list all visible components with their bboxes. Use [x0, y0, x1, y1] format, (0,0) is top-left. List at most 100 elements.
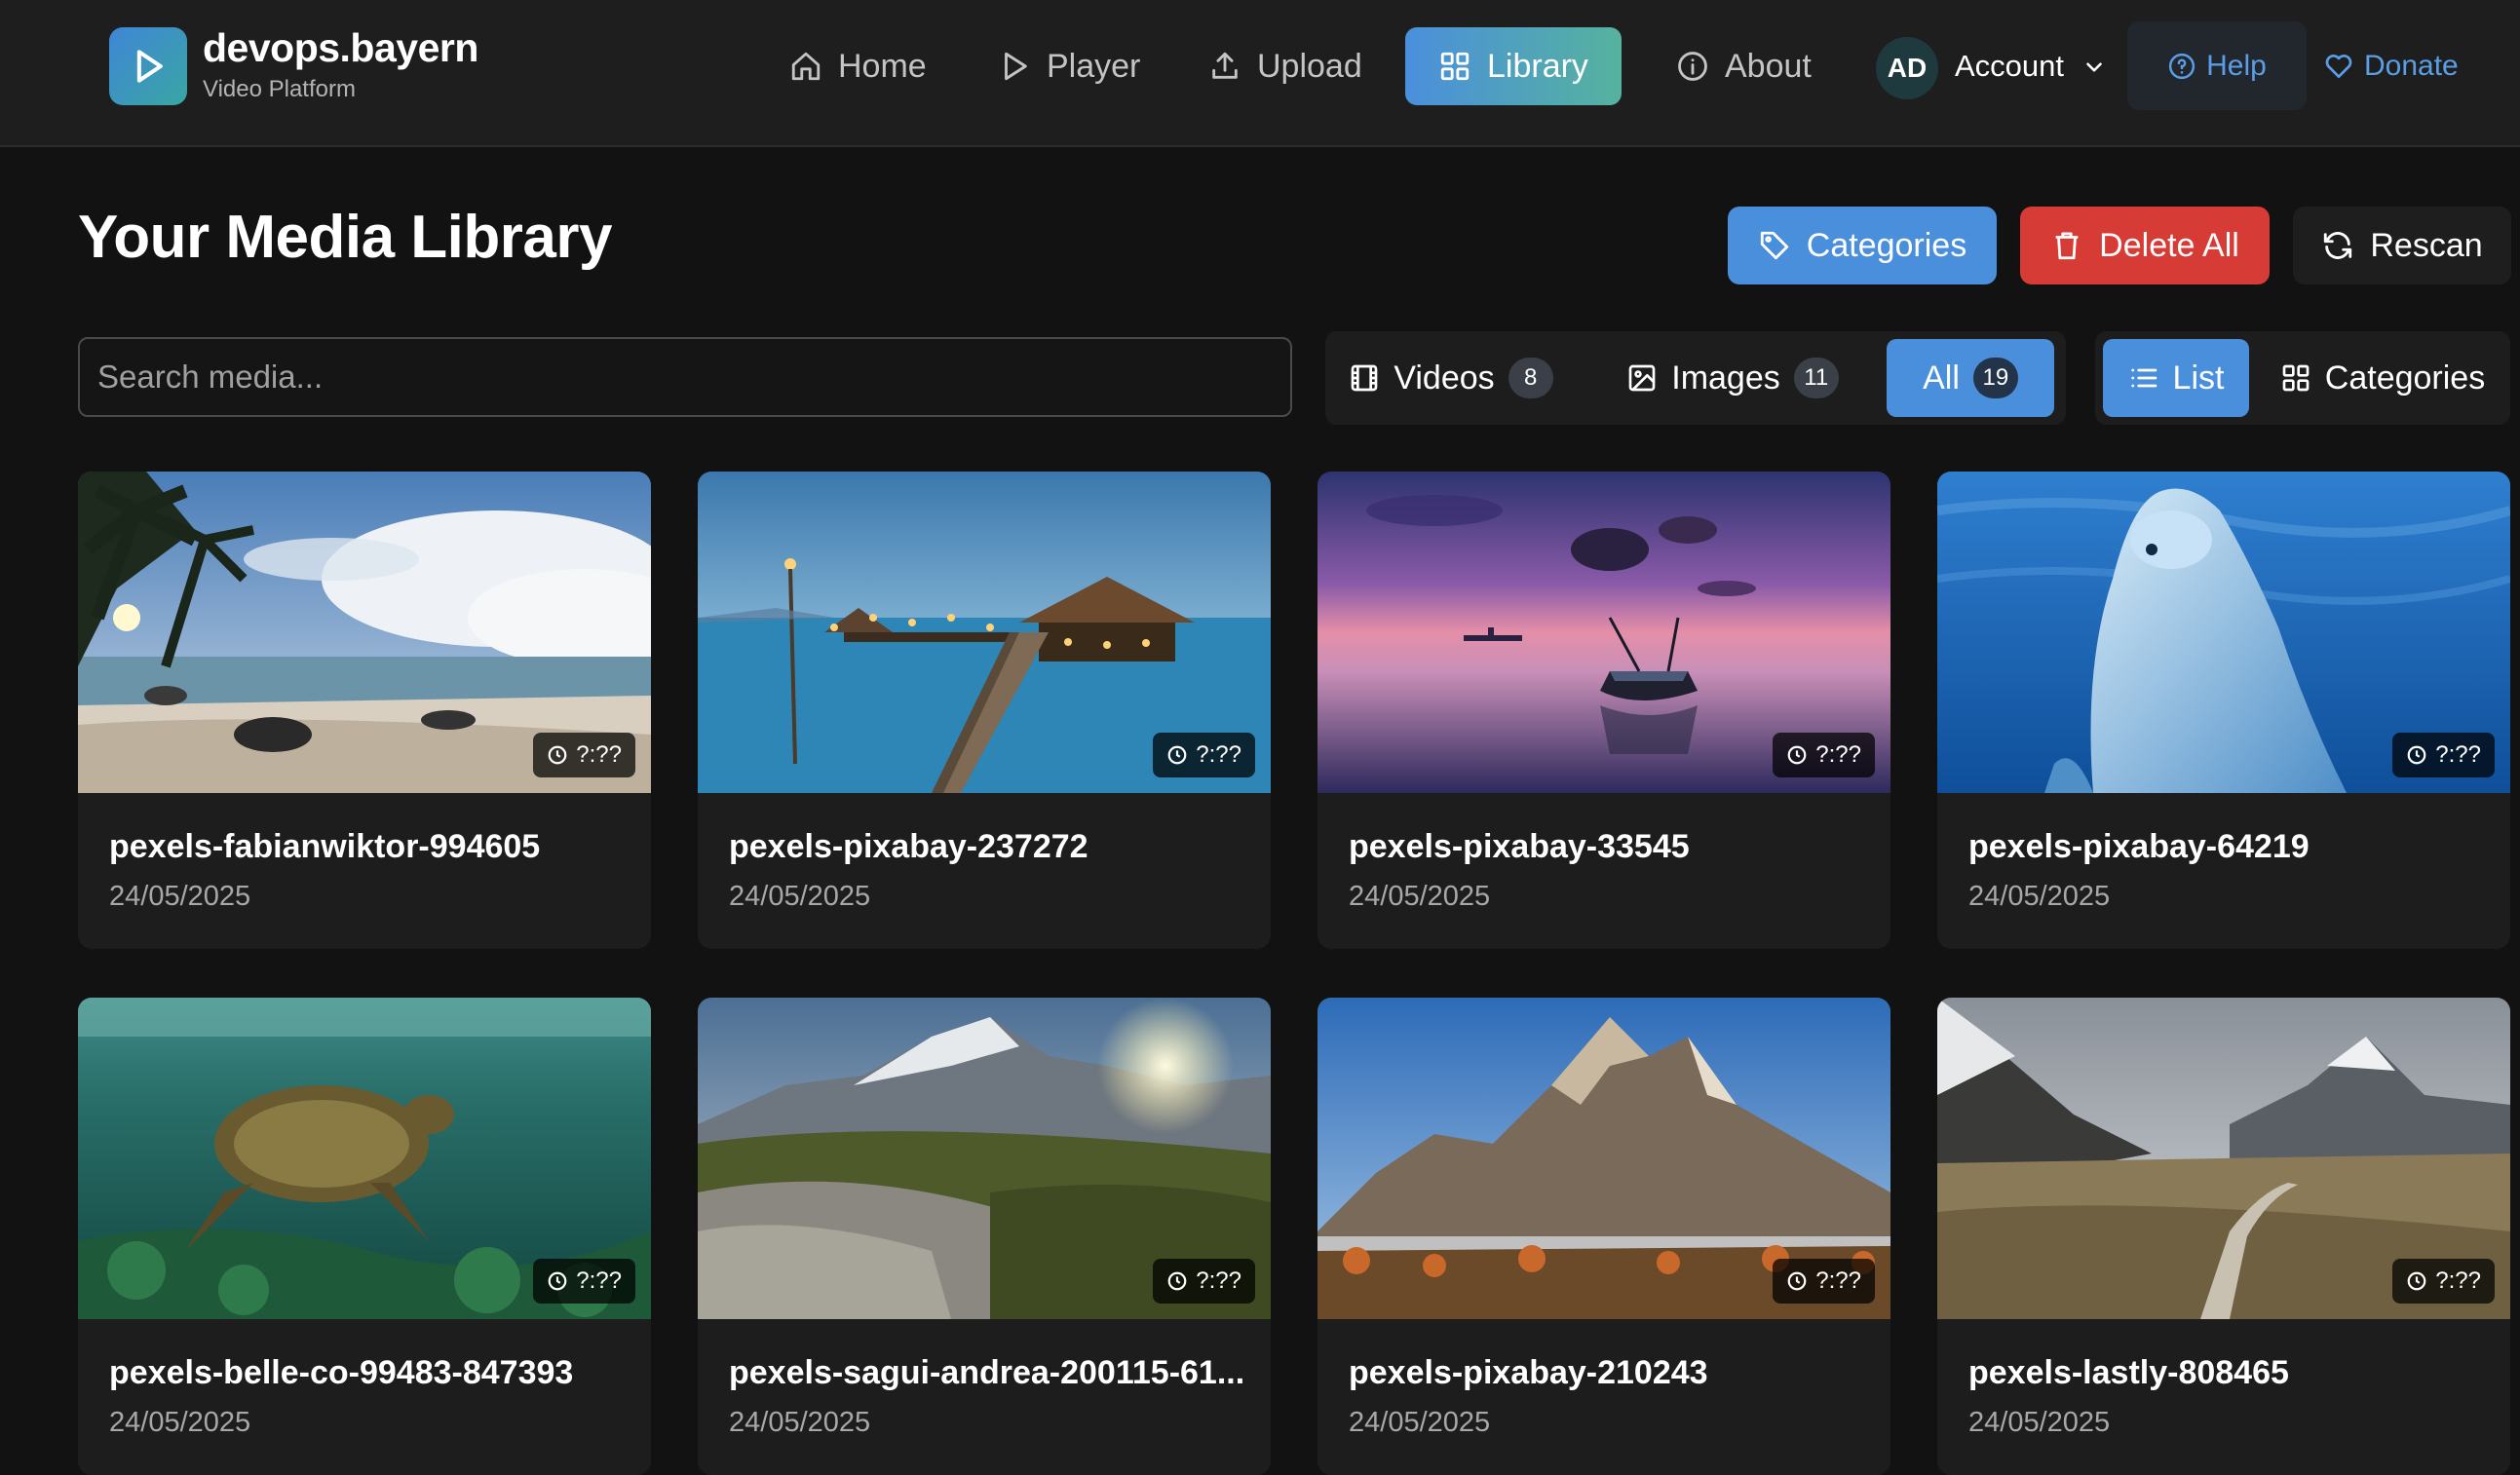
- media-title: pexels-sagui-andrea-200115-61...: [729, 1354, 1245, 1391]
- delete-all-label: Delete All: [2099, 226, 2239, 264]
- view-list[interactable]: List: [2103, 339, 2249, 417]
- account-avatar[interactable]: AD: [1876, 37, 1938, 99]
- media-date: 24/05/2025: [1968, 1407, 2111, 1438]
- top-navbar: devops.bayern Video Platform Home Player…: [0, 0, 2520, 147]
- duration-text: ?:??: [1815, 741, 1861, 768]
- duration-badge: ?:??: [1153, 1259, 1255, 1304]
- nav-about-label: About: [1725, 47, 1812, 85]
- filter-videos[interactable]: Videos 8: [1341, 339, 1561, 417]
- search-input[interactable]: [78, 337, 1292, 417]
- nav-player[interactable]: Player: [998, 27, 1140, 105]
- nav-library[interactable]: Library: [1405, 27, 1622, 105]
- logo-play-icon[interactable]: [109, 27, 187, 105]
- images-count-badge: 11: [1793, 358, 1839, 398]
- view-categories-label: Categories: [2324, 359, 2486, 397]
- clock-icon: [1167, 1271, 1187, 1291]
- grid-icon: [1440, 52, 1470, 81]
- nav-player-label: Player: [1047, 47, 1141, 85]
- delete-all-button[interactable]: Delete All: [2020, 207, 2270, 284]
- media-card[interactable]: ?:?? pexels-fabianwiktor-994605 24/05/20…: [78, 472, 651, 949]
- media-date: 24/05/2025: [729, 881, 871, 912]
- clock-icon: [1787, 745, 1807, 765]
- all-count-badge: 19: [1972, 358, 2018, 398]
- media-title: pexels-pixabay-237272: [729, 828, 1088, 865]
- duration-text: ?:??: [1196, 1267, 1241, 1294]
- trash-icon: [2055, 232, 2079, 260]
- media-card[interactable]: ?:?? pexels-sagui-andrea-200115-61... 24…: [698, 998, 1271, 1475]
- media-date: 24/05/2025: [729, 1407, 871, 1438]
- help-button[interactable]: Help: [2127, 21, 2307, 110]
- filter-videos-label: Videos: [1394, 359, 1495, 397]
- nav-home[interactable]: Home: [789, 27, 927, 105]
- videos-count-badge: 8: [1508, 358, 1553, 398]
- rescan-label: Rescan: [2370, 226, 2483, 264]
- refresh-icon: [2324, 232, 2352, 259]
- nav-upload[interactable]: Upload: [1208, 27, 1362, 105]
- media-title: pexels-pixabay-33545: [1349, 828, 1690, 865]
- clock-icon: [548, 745, 567, 765]
- media-date: 24/05/2025: [109, 1407, 251, 1438]
- info-icon: [1678, 52, 1707, 81]
- media-title: pexels-pixabay-64219: [1968, 828, 2310, 865]
- media-title: pexels-lastly-808465: [1968, 1354, 2289, 1391]
- categories-button[interactable]: Categories: [1728, 207, 1997, 284]
- media-card[interactable]: ?:?? pexels-pixabay-64219 24/05/2025: [1937, 472, 2510, 949]
- duration-text: ?:??: [1196, 741, 1241, 768]
- view-categories[interactable]: Categories: [2263, 339, 2502, 417]
- duration-badge: ?:??: [533, 1259, 635, 1304]
- help-circle-icon: [2169, 53, 2195, 79]
- media-date: 24/05/2025: [1968, 881, 2111, 912]
- filter-images-label: Images: [1671, 359, 1780, 397]
- grid-icon: [2282, 364, 2310, 392]
- list-icon: [2130, 368, 2157, 388]
- media-date: 24/05/2025: [109, 881, 251, 912]
- duration-badge: ?:??: [1773, 733, 1875, 777]
- donate-label: Donate: [2364, 50, 2459, 82]
- duration-badge: ?:??: [2392, 1259, 2495, 1304]
- duration-badge: ?:??: [2392, 733, 2495, 777]
- tag-icon: [1760, 231, 1788, 260]
- clock-icon: [548, 1271, 567, 1291]
- media-date: 24/05/2025: [1349, 881, 1491, 912]
- duration-text: ?:??: [2435, 1267, 2481, 1294]
- duration-badge: ?:??: [1153, 733, 1255, 777]
- rescan-button[interactable]: Rescan: [2293, 207, 2511, 284]
- nav-about[interactable]: About: [1676, 27, 1812, 105]
- chevron-down-icon[interactable]: [2081, 55, 2107, 80]
- nav-library-label: Library: [1487, 47, 1588, 85]
- media-title: pexels-pixabay-210243: [1349, 1354, 1708, 1391]
- filter-all[interactable]: All 19: [1887, 339, 2054, 417]
- film-icon: [1351, 364, 1378, 392]
- clock-icon: [2407, 745, 2426, 765]
- media-card[interactable]: ?:?? pexels-pixabay-210243 24/05/2025: [1317, 998, 1890, 1475]
- home-icon: [791, 52, 821, 81]
- filter-all-label: All: [1923, 359, 1960, 397]
- nav-home-label: Home: [838, 47, 927, 85]
- filter-images[interactable]: Images 11: [1616, 339, 1850, 417]
- media-card[interactable]: ?:?? pexels-lastly-808465 24/05/2025: [1937, 998, 2510, 1475]
- view-toggle: List Categories: [2095, 331, 2510, 425]
- duration-text: ?:??: [2435, 741, 2481, 768]
- account-menu[interactable]: Account: [1955, 27, 2064, 105]
- media-card[interactable]: ?:?? pexels-pixabay-237272 24/05/2025: [698, 472, 1271, 949]
- duration-text: ?:??: [1815, 1267, 1861, 1294]
- duration-badge: ?:??: [533, 733, 635, 777]
- donate-button[interactable]: Donate: [2323, 27, 2459, 105]
- media-card[interactable]: ?:?? pexels-belle-co-99483-847393 24/05/…: [78, 998, 651, 1475]
- view-list-label: List: [2172, 359, 2225, 397]
- play-icon: [1005, 52, 1027, 81]
- upload-icon: [1212, 52, 1238, 79]
- help-label: Help: [2206, 49, 2267, 82]
- clock-icon: [1167, 745, 1187, 765]
- media-date: 24/05/2025: [1349, 1407, 1491, 1438]
- clock-icon: [2407, 1271, 2426, 1291]
- nav-upload-label: Upload: [1257, 47, 1362, 85]
- brand-name[interactable]: devops.bayern: [203, 25, 478, 71]
- media-title: pexels-fabianwiktor-994605: [109, 828, 541, 865]
- media-type-filter: Videos 8 Images 11 All 19: [1325, 331, 2066, 425]
- image-icon: [1628, 364, 1656, 392]
- media-title: pexels-belle-co-99483-847393: [109, 1354, 574, 1391]
- heart-icon: [2325, 55, 2352, 78]
- page-title: Your Media Library: [78, 204, 612, 271]
- media-card[interactable]: ?:?? pexels-pixabay-33545 24/05/2025: [1317, 472, 1890, 949]
